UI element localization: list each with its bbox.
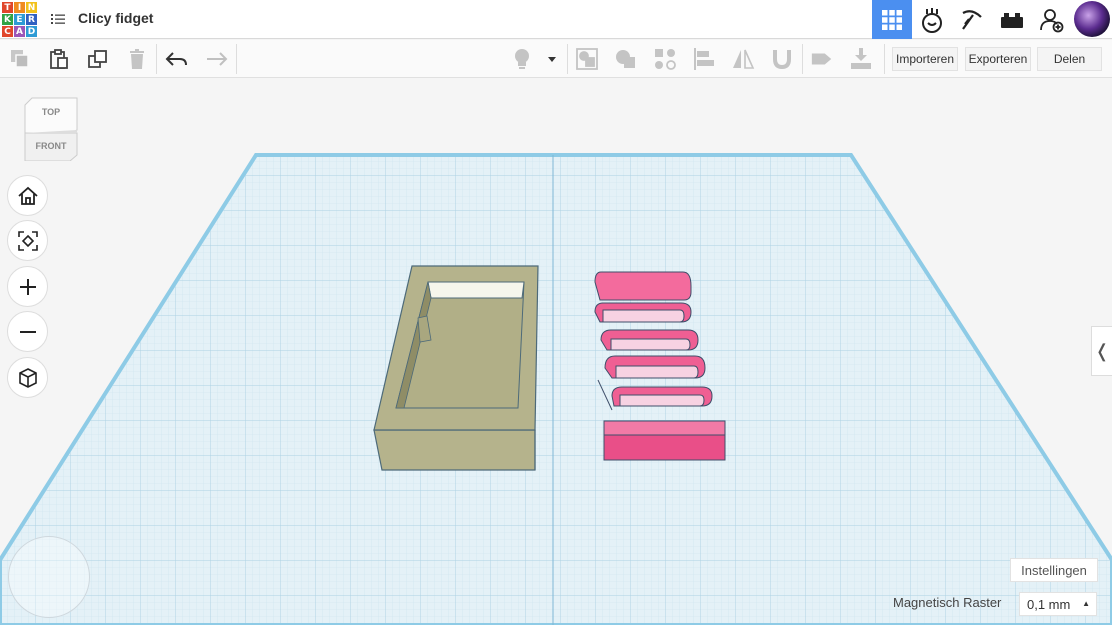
fit-icon — [17, 230, 38, 251]
export-button[interactable]: Exporteren — [965, 47, 1031, 71]
group-icon[interactable] — [575, 47, 599, 71]
view-cube[interactable]: TOP FRONT — [24, 97, 78, 162]
logo-letter: K — [2, 14, 13, 25]
logo-letter: R — [26, 14, 37, 25]
snap-grid-select[interactable]: 0,1 mm ▲ — [1019, 592, 1097, 616]
drop-icon[interactable] — [849, 47, 873, 71]
paste-icon[interactable] — [47, 47, 71, 71]
fit-view-button[interactable] — [7, 220, 48, 261]
undo-icon[interactable] — [165, 47, 189, 71]
logo-letter: A — [14, 26, 25, 37]
light-dropdown-icon[interactable] — [542, 47, 562, 71]
cube-icon — [18, 367, 37, 388]
panel-collapse-button[interactable]: ❬ — [1091, 326, 1112, 376]
logo-letter: D — [26, 26, 37, 37]
logo-letter: C — [2, 26, 13, 37]
copy-icon[interactable] — [8, 47, 32, 71]
list-menu-icon[interactable] — [50, 11, 66, 27]
circuit-icon[interactable] — [912, 0, 952, 39]
plus-icon — [19, 278, 36, 295]
snap-grid-value: 0,1 mm — [1027, 596, 1071, 612]
align-icon[interactable] — [692, 47, 716, 71]
viewcube-front-label[interactable]: FRONT — [24, 141, 78, 151]
tinkercad-logo[interactable]: TIN KER CAD — [2, 2, 37, 37]
home-icon — [17, 186, 38, 205]
logo-letter: E — [14, 14, 25, 25]
settings-button[interactable]: Instellingen — [1010, 558, 1098, 582]
snap-grid-label: Magnetisch Raster — [893, 595, 1002, 610]
perspective-button[interactable] — [7, 357, 48, 398]
pickaxe-icon[interactable] — [952, 0, 992, 39]
redo-icon[interactable] — [204, 47, 228, 71]
lightbulb-icon[interactable] — [510, 47, 534, 71]
logo-letter: N — [26, 2, 37, 13]
share-button[interactable]: Delen — [1037, 47, 1102, 71]
note-icon[interactable] — [810, 47, 834, 71]
add-user-icon[interactable] — [1032, 0, 1072, 39]
logo-letter: I — [14, 2, 25, 13]
design-title[interactable]: Clicy fidget — [78, 10, 153, 26]
logo-letter: T — [2, 2, 13, 13]
magnet-icon[interactable] — [770, 47, 794, 71]
grid-view-icon[interactable] — [872, 0, 912, 39]
minus-icon — [19, 330, 36, 333]
avatar[interactable] — [1074, 1, 1110, 37]
import-button[interactable]: Importeren — [892, 47, 958, 71]
duplicate-icon[interactable] — [86, 47, 110, 71]
mirror-icon[interactable] — [731, 47, 755, 71]
workplane-canvas[interactable] — [0, 78, 1112, 625]
bricks-icon[interactable] — [992, 0, 1032, 39]
zoom-in-button[interactable] — [7, 266, 48, 307]
orbit-control[interactable] — [8, 536, 90, 618]
home-view-button[interactable] — [7, 175, 48, 216]
zoom-out-button[interactable] — [7, 311, 48, 352]
cruise-icon[interactable] — [653, 47, 677, 71]
ungroup-icon[interactable] — [614, 47, 638, 71]
viewcube-top-label[interactable]: TOP — [24, 107, 78, 117]
top-bar: TIN KER CAD Clicy fidget — [0, 0, 1112, 39]
chevron-up-icon: ▲ — [1082, 599, 1090, 608]
delete-icon[interactable] — [125, 47, 149, 71]
